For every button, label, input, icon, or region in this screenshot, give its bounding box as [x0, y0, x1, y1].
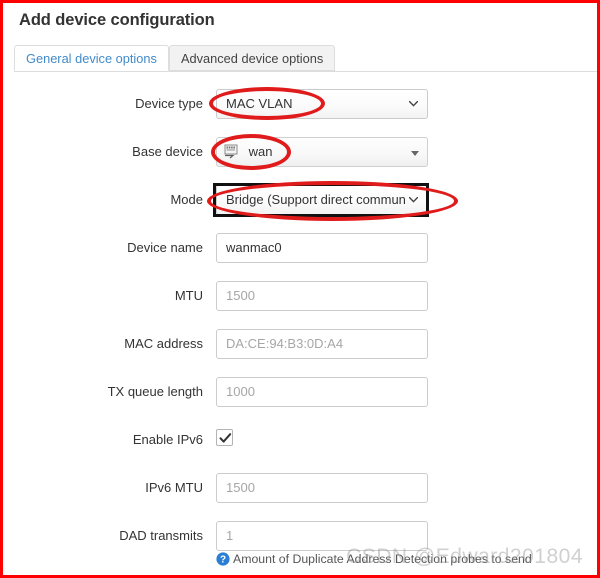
- base-device-combobox[interactable]: wan: [216, 137, 428, 167]
- label-mode: Mode: [170, 192, 203, 207]
- mode-value: Bridge (Support direct commun: [226, 192, 406, 207]
- device-type-select[interactable]: MAC VLAN: [216, 89, 428, 119]
- label-tx-queue-length: TX queue length: [107, 384, 203, 399]
- row-mac-address: MAC address DA:CE:94:B3:0D:A4: [3, 329, 597, 359]
- mtu-input[interactable]: 1500: [216, 281, 428, 311]
- row-ipv6-mtu: IPv6 MTU 1500: [3, 473, 597, 503]
- row-device-type: Device type MAC VLAN: [3, 89, 597, 119]
- caret-down-icon: [411, 151, 419, 156]
- label-ipv6-mtu: IPv6 MTU: [145, 480, 203, 495]
- row-enable-ipv6: Enable IPv6: [3, 425, 597, 455]
- row-mode: Mode Bridge (Support direct commun: [3, 185, 597, 215]
- label-mac-address: MAC address: [124, 336, 203, 351]
- label-enable-ipv6: Enable IPv6: [132, 432, 203, 447]
- device-name-input[interactable]: wanmac0: [216, 233, 428, 263]
- mac-address-input[interactable]: DA:CE:94:B3:0D:A4: [216, 329, 428, 359]
- tab-bar: General device options Advanced device o…: [14, 45, 597, 72]
- label-base-device: Base device: [132, 144, 203, 159]
- label-dad-transmits: DAD transmits: [119, 528, 203, 543]
- row-mtu: MTU 1500: [3, 281, 597, 311]
- page-title: Add device configuration: [19, 11, 215, 29]
- tab-advanced-device-options[interactable]: Advanced device options: [169, 45, 336, 71]
- label-device-type: Device type: [135, 96, 203, 111]
- chevron-down-icon: [409, 197, 418, 203]
- question-circle-icon: ?: [216, 552, 230, 566]
- check-icon: [219, 433, 232, 443]
- tab-general-device-options[interactable]: General device options: [14, 45, 169, 71]
- chevron-down-icon: [409, 101, 418, 107]
- svg-text:?: ?: [220, 555, 226, 566]
- mode-select[interactable]: Bridge (Support direct commun: [216, 185, 428, 215]
- row-base-device: Base device wan: [3, 137, 597, 167]
- dialog-add-device-configuration: Add device configuration General device …: [0, 0, 600, 578]
- ipv6-mtu-input[interactable]: 1500: [216, 473, 428, 503]
- row-device-name: Device name wanmac0: [3, 233, 597, 263]
- label-mtu: MTU: [174, 288, 203, 303]
- device-type-value: MAC VLAN: [226, 96, 293, 111]
- tx-queue-length-input[interactable]: 1000: [216, 377, 428, 407]
- network-adapter-icon: [224, 144, 241, 159]
- row-tx-queue-length: TX queue length 1000: [3, 377, 597, 407]
- label-device-name: Device name: [127, 240, 203, 255]
- watermark: CSDN @Edward201804: [346, 545, 583, 568]
- base-device-value: wan: [248, 144, 273, 159]
- enable-ipv6-checkbox[interactable]: [216, 429, 233, 446]
